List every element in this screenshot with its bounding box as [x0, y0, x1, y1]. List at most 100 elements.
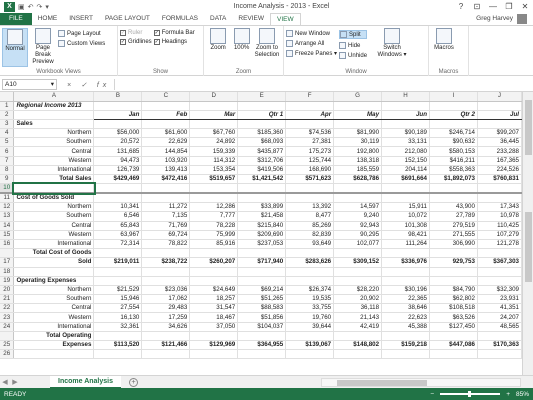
cell[interactable]: [189, 183, 239, 195]
cell[interactable]: [429, 349, 478, 360]
cell[interactable]: [285, 276, 335, 286]
cell[interactable]: [477, 183, 522, 195]
cell[interactable]: $312,706: [237, 156, 287, 166]
cell[interactable]: 152,150: [381, 156, 430, 166]
cell[interactable]: [333, 349, 383, 360]
cell[interactable]: 10,978: [477, 211, 522, 222]
cell[interactable]: [237, 101, 287, 111]
cell[interactable]: $30,196: [381, 285, 430, 296]
zoom-in-button[interactable]: +: [506, 391, 510, 398]
row-header[interactable]: [0, 331, 15, 342]
cell[interactable]: $74,536: [285, 128, 335, 139]
cell[interactable]: [381, 276, 430, 286]
cell[interactable]: Expenses: [13, 340, 95, 351]
cell[interactable]: 17,062: [141, 294, 191, 305]
cell[interactable]: 78,822: [141, 239, 191, 250]
cell[interactable]: International: [13, 239, 95, 250]
cell[interactable]: Sold: [13, 257, 95, 268]
cell[interactable]: 101,308: [381, 221, 430, 231]
column-header-b[interactable]: B: [93, 92, 143, 102]
cell[interactable]: 94,473: [93, 156, 143, 166]
cell[interactable]: [189, 193, 239, 204]
cell[interactable]: Central: [13, 146, 95, 157]
cell[interactable]: [477, 349, 522, 360]
cell[interactable]: $88,583: [237, 303, 287, 314]
undo-icon[interactable]: ↶: [28, 3, 34, 11]
cell[interactable]: [333, 276, 383, 286]
cell[interactable]: $416,211: [429, 156, 478, 166]
macros-button[interactable]: Macros: [431, 28, 457, 67]
cell[interactable]: International: [13, 322, 95, 332]
cell[interactable]: 27,554: [93, 303, 143, 314]
cell[interactable]: 159,339: [189, 146, 239, 157]
cell[interactable]: [141, 349, 191, 360]
cell[interactable]: 192,800: [333, 146, 383, 157]
cell[interactable]: $26,374: [285, 285, 335, 296]
cell[interactable]: $336,976: [381, 257, 430, 268]
cell[interactable]: Central: [13, 221, 95, 231]
cell[interactable]: [189, 267, 239, 277]
cell[interactable]: 69,724: [141, 230, 191, 240]
cell[interactable]: 279,519: [429, 221, 478, 231]
cell[interactable]: 24,207: [477, 312, 522, 323]
cell[interactable]: $558,363: [429, 165, 478, 176]
cell[interactable]: 7,135: [141, 211, 191, 222]
ribbon-display-options-icon[interactable]: ⊡: [469, 0, 485, 13]
cell[interactable]: $113,520: [93, 340, 143, 351]
redo-icon[interactable]: ↷: [37, 3, 43, 11]
cell[interactable]: $148,802: [333, 340, 383, 351]
column-header-d[interactable]: D: [189, 92, 239, 102]
select-all-corner[interactable]: [0, 92, 15, 102]
cell[interactable]: [189, 331, 239, 342]
cell[interactable]: $246,714: [429, 128, 478, 139]
cell[interactable]: 271,555: [429, 230, 478, 240]
cell[interactable]: 39,644: [285, 322, 335, 332]
row-header[interactable]: 17: [0, 257, 15, 268]
ruler-checkbox[interactable]: ✓ Ruler: [120, 30, 152, 36]
row-header[interactable]: 3: [0, 119, 15, 130]
cell[interactable]: 131,685: [93, 146, 143, 157]
row-header[interactable]: [0, 248, 15, 259]
tab-home[interactable]: HOME: [32, 13, 64, 25]
cell[interactable]: [333, 119, 383, 130]
cell[interactable]: 126,739: [93, 165, 143, 176]
cell[interactable]: $127,450: [429, 322, 478, 332]
restore-button[interactable]: ❐: [501, 0, 517, 13]
cell[interactable]: 72,314: [93, 239, 143, 250]
row-header[interactable]: 18: [0, 267, 15, 277]
cell[interactable]: [93, 276, 143, 286]
scroll-thumb-bottom[interactable]: [525, 212, 532, 282]
user-account[interactable]: Greg Harvey: [476, 13, 533, 25]
column-header-c[interactable]: C: [141, 92, 191, 102]
cell[interactable]: 22,629: [141, 137, 191, 148]
cell[interactable]: 204,114: [381, 165, 430, 176]
cell[interactable]: Apr: [285, 110, 335, 120]
cell[interactable]: [13, 349, 95, 360]
cell[interactable]: 9,240: [333, 211, 383, 222]
vertical-scrollbar[interactable]: [522, 92, 533, 375]
close-button[interactable]: ✕: [517, 0, 533, 13]
cell[interactable]: [189, 248, 239, 259]
cell[interactable]: [93, 101, 143, 111]
cell[interactable]: [333, 193, 383, 204]
new-window-button[interactable]: New Window: [286, 30, 337, 37]
cell[interactable]: [333, 248, 383, 259]
cell[interactable]: 22,365: [381, 294, 430, 305]
cell[interactable]: [381, 183, 430, 195]
row-header[interactable]: 23: [0, 312, 15, 323]
cell[interactable]: 82,839: [285, 230, 335, 240]
cell[interactable]: Southern: [13, 137, 95, 148]
cell[interactable]: $717,940: [237, 257, 287, 268]
cell[interactable]: $129,969: [189, 340, 239, 351]
cell[interactable]: $90,632: [429, 137, 478, 148]
cell[interactable]: 14,597: [333, 202, 383, 213]
cell[interactable]: $419,506: [237, 165, 287, 176]
row-header[interactable]: 4: [0, 128, 15, 139]
cell[interactable]: $364,955: [237, 340, 287, 351]
cell[interactable]: $519,657: [189, 174, 239, 185]
cell[interactable]: [93, 193, 143, 204]
horizontal-scrollbar[interactable]: [321, 377, 521, 387]
page-layout-button[interactable]: Page Layout: [58, 30, 105, 37]
cell[interactable]: 24,892: [189, 137, 239, 148]
save-icon[interactable]: ▣: [18, 3, 25, 11]
